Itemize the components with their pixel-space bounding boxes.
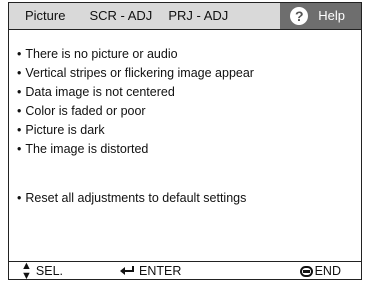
tab-picture[interactable]: Picture — [9, 3, 81, 29]
tab-prj-adj[interactable]: PRJ - ADJ — [160, 3, 236, 29]
key-guide-footer: ▲ ▼ SEL. ENTER END — [9, 260, 361, 282]
tab-scr-adj[interactable]: SCR - ADJ — [81, 3, 160, 29]
help-item-picture-dark[interactable]: Picture is dark — [9, 121, 361, 140]
help-menu-screen: Picture SCR - ADJ PRJ - ADJ ? Help There… — [8, 2, 362, 282]
help-item-no-picture[interactable]: There is no picture or audio — [9, 45, 361, 64]
end-button-icon — [299, 265, 313, 277]
help-item-vertical-stripes[interactable]: Vertical stripes or flickering image app… — [9, 64, 361, 83]
tab-help[interactable]: ? Help — [280, 3, 361, 29]
help-item-reset-adjustments[interactable]: Reset all adjustments to default setting… — [9, 189, 246, 208]
enter-label: ENTER — [139, 264, 182, 278]
sel-guide: ▲ ▼ SEL. — [21, 260, 63, 282]
help-item-image-distorted[interactable]: The image is distorted — [9, 140, 361, 159]
enter-guide: ENTER — [119, 264, 181, 278]
help-item-color-faded[interactable]: Color is faded or poor — [9, 102, 361, 121]
enter-arrow-icon — [120, 266, 134, 275]
tab-help-label: Help — [318, 8, 345, 23]
menu-tab-bar: Picture SCR - ADJ PRJ - ADJ ? Help — [9, 3, 361, 30]
up-down-arrows-icon: ▲ ▼ — [21, 260, 32, 282]
end-guide: END — [299, 264, 341, 278]
help-topics-list: There is no picture or audio Vertical st… — [9, 45, 361, 159]
help-item-not-centered[interactable]: Data image is not centered — [9, 83, 361, 102]
end-label: END — [314, 264, 341, 278]
sel-label: SEL. — [35, 264, 63, 278]
question-icon: ? — [290, 7, 309, 25]
